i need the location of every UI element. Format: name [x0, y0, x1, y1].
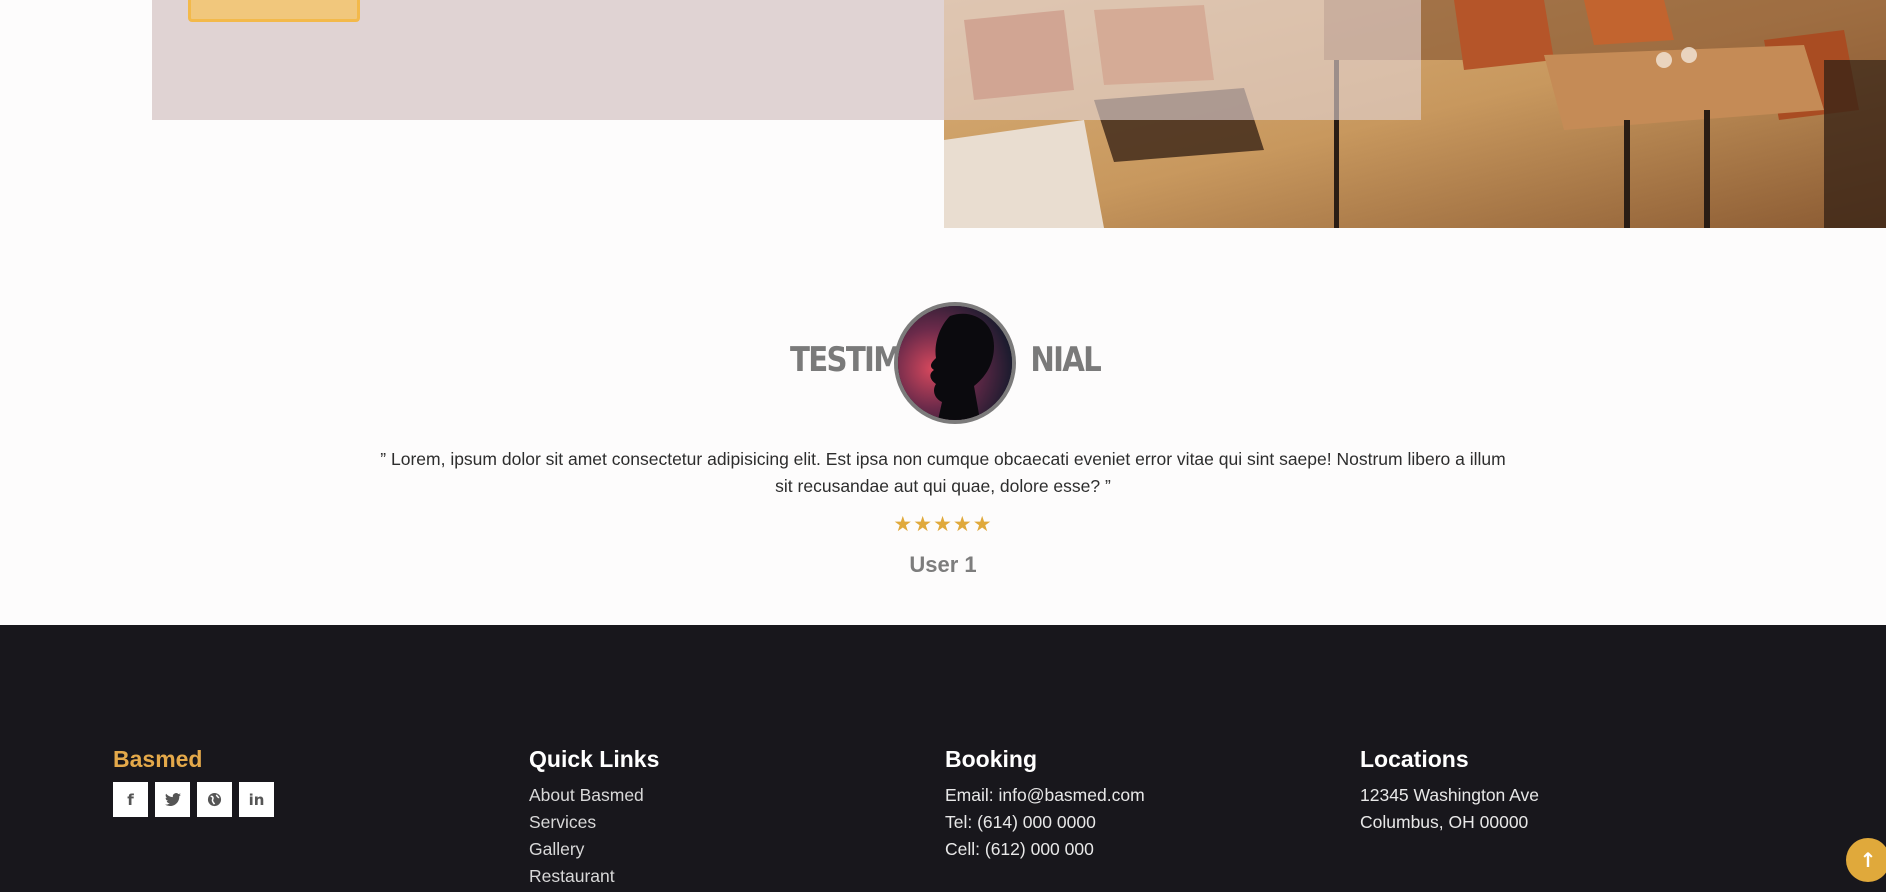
booking-cell[interactable]: Cell: (612) 000 000: [945, 836, 1145, 863]
footer-quick-links-column: Quick Links About Basmed Services Galler…: [529, 746, 659, 890]
booking-email[interactable]: Email: info@basmed.com: [945, 782, 1145, 809]
globe-shape: [207, 792, 222, 807]
rating-stars: ★★★★★: [893, 512, 993, 536]
testimonial-heading: TESTIM NIAL: [790, 302, 1102, 424]
testimonial-user-name: User 1: [909, 552, 977, 577]
booking-heading: Booking: [945, 746, 1037, 772]
user-avatar: [894, 302, 1016, 424]
quick-links-heading: Quick Links: [529, 746, 660, 772]
social-links: f in: [113, 782, 274, 817]
linkedin-icon[interactable]: in: [239, 782, 274, 817]
footer-locations-column: Locations 12345 Washington Ave Columbus,…: [1360, 746, 1539, 836]
locations-heading: Locations: [1360, 746, 1469, 772]
about-section: [0, 0, 1886, 228]
footer-link-services[interactable]: Services: [529, 809, 659, 836]
restaurant-photo: [944, 0, 1886, 228]
booking-tel[interactable]: Tel: (614) 000 0000: [945, 809, 1145, 836]
avatar-silhouette-image: [898, 306, 1012, 420]
twitter-icon[interactable]: [155, 782, 190, 817]
address-line-1: 12345 Washington Ave: [1360, 785, 1540, 805]
testimonial-heading-right: NIAL: [1030, 340, 1101, 380]
address-line-2: Columbus, OH 00000: [1360, 812, 1529, 832]
footer-link-restaurant[interactable]: Restaurant: [529, 863, 659, 890]
facebook-icon[interactable]: f: [113, 782, 148, 817]
testimonial-heading-left: TESTIM: [790, 340, 902, 380]
footer-link-gallery[interactable]: Gallery: [529, 836, 659, 863]
photo-overlay: [944, 0, 1421, 120]
footer-booking-column: Booking Email: info@basmed.com Tel: (614…: [945, 746, 1145, 863]
footer-brand-column: Basmed f in: [113, 746, 274, 817]
footer-link-about[interactable]: About Basmed: [529, 782, 659, 809]
scroll-to-top-button[interactable]: ↑: [1846, 838, 1886, 882]
twitter-bird-shape: [164, 792, 181, 806]
footer: Basmed f in Quick Links About Basmed Ser…: [0, 625, 1886, 892]
read-more-button[interactable]: [188, 0, 360, 22]
footer-brand[interactable]: Basmed: [113, 746, 274, 773]
testimonial-quote: ” Lorem, ipsum dolor sit amet consectetu…: [380, 449, 1506, 496]
globe-icon[interactable]: [197, 782, 232, 817]
